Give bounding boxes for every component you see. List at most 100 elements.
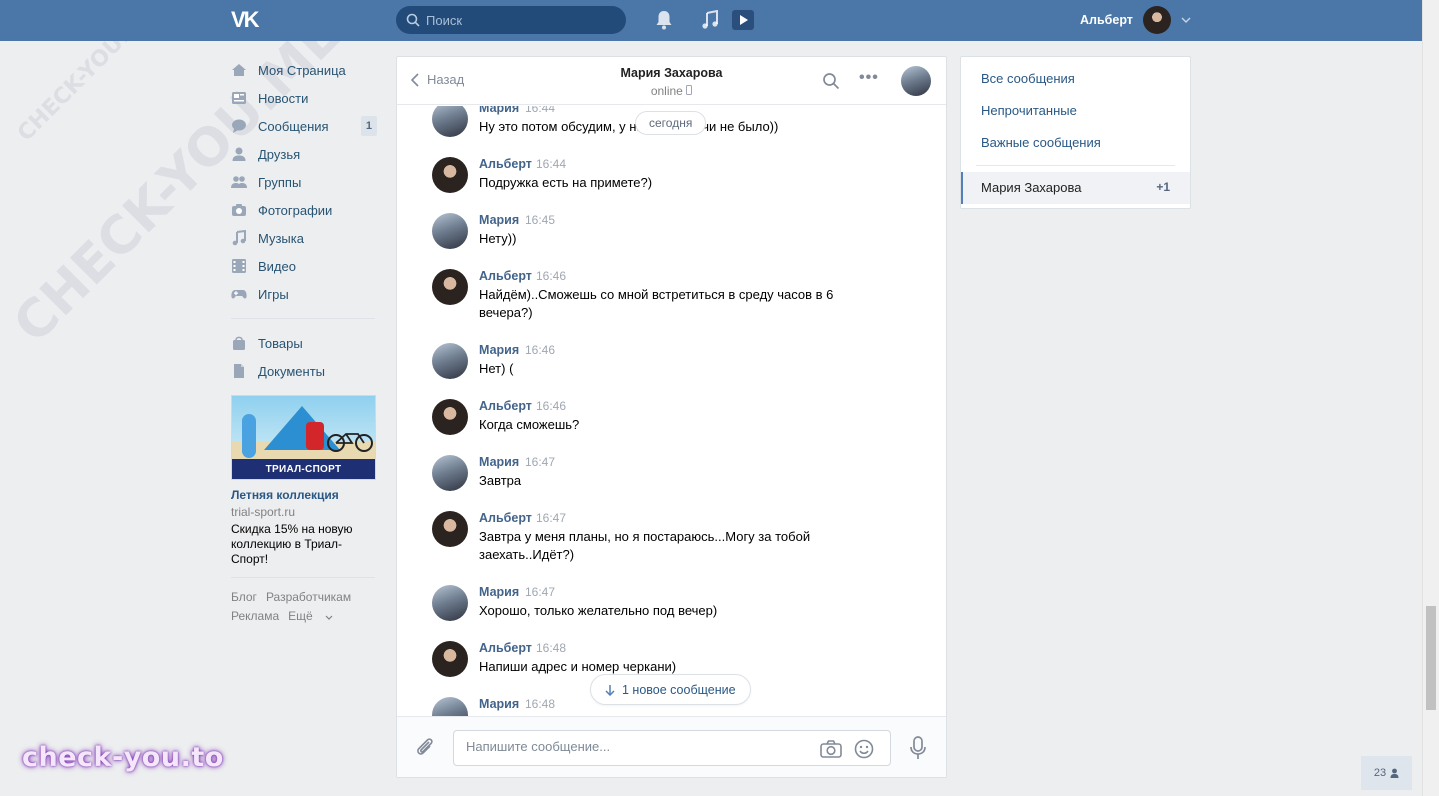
user-name: Альберт: [1080, 13, 1133, 27]
nav-divider: [231, 577, 375, 578]
footer-more-link[interactable]: Ещё: [288, 609, 333, 623]
nav-label: Игры: [258, 286, 289, 302]
games-icon: [231, 286, 247, 302]
music-note-icon[interactable]: [699, 9, 721, 31]
unread-badge: 1: [360, 116, 377, 136]
message-avatar[interactable]: [432, 641, 468, 677]
nav-item-goods[interactable]: Товары: [231, 329, 377, 357]
message-time: 16:46: [536, 269, 567, 283]
message-author[interactable]: Альберт: [479, 269, 532, 283]
video-icon: [231, 258, 247, 274]
contact-avatar[interactable]: [901, 66, 931, 96]
message-avatar[interactable]: [432, 455, 468, 491]
nav-label: Группы: [258, 174, 302, 190]
message-avatar[interactable]: [432, 697, 468, 716]
message-list[interactable]: Мария 16:44 Ну это потом обсудим, у н...…: [397, 106, 946, 716]
chevron-down-icon: [1181, 17, 1191, 23]
nav-divider: [231, 318, 375, 319]
filter-important[interactable]: Важные сообщения: [981, 135, 1101, 150]
arrow-down-icon: [605, 684, 615, 696]
emoji-icon[interactable]: [854, 739, 874, 762]
message-author[interactable]: Альберт: [479, 399, 532, 413]
nav-item-video[interactable]: Видео: [231, 252, 377, 280]
chat-search-icon[interactable]: [822, 72, 840, 93]
nav-item-news[interactable]: Новости: [231, 84, 377, 112]
message-author[interactable]: Мария: [479, 213, 519, 227]
bell-icon[interactable]: [653, 9, 675, 31]
nav-item-photos[interactable]: Фотографии: [231, 196, 377, 224]
message-author[interactable]: Мария: [479, 585, 519, 599]
message-avatar[interactable]: [432, 157, 468, 193]
user-menu[interactable]: Альберт: [1080, 6, 1191, 34]
message-time: 16:45: [525, 213, 556, 227]
filter-all-messages[interactable]: Все сообщения: [981, 71, 1075, 86]
ad-brand-bar: ТРИАЛ-СПОРТ: [232, 459, 375, 479]
message-author[interactable]: Мария: [479, 106, 519, 115]
message-author[interactable]: Альберт: [479, 511, 532, 525]
new-message-button[interactable]: 1 новое сообщение: [590, 674, 751, 705]
online-friends-counter[interactable]: 23: [1361, 756, 1412, 790]
message-avatar[interactable]: [432, 106, 468, 137]
groups-icon: [231, 174, 247, 190]
message-author[interactable]: Мария: [479, 343, 519, 357]
message-author[interactable]: Мария: [479, 455, 519, 469]
message-text: Найдём)..Сможешь со мной встретиться в с…: [479, 287, 834, 320]
left-nav: Моя Страница Новости Сообщения 1 Друзья …: [231, 56, 377, 626]
message-avatar[interactable]: [432, 343, 468, 379]
message-author[interactable]: Альберт: [479, 641, 532, 655]
footer-dev-link[interactable]: Разработчикам: [266, 590, 351, 604]
top-bar: VK Альберт: [0, 0, 1422, 41]
message-input-box[interactable]: [453, 730, 891, 766]
user-avatar: [1142, 6, 1171, 34]
play-icon[interactable]: [731, 9, 755, 31]
nav-label: Сообщения: [258, 118, 329, 134]
message-time: 16:46: [525, 343, 556, 357]
search-input[interactable]: [426, 12, 616, 28]
ad-domain[interactable]: trial-sport.ru: [231, 505, 377, 519]
paperclip-icon[interactable]: [415, 736, 435, 761]
message-avatar[interactable]: [432, 213, 468, 249]
message-avatar[interactable]: [432, 585, 468, 621]
message-time: 16:47: [525, 455, 556, 469]
filter-unread[interactable]: Непрочитанные: [981, 103, 1077, 118]
message-text: Нету)): [479, 231, 517, 246]
ad-title[interactable]: Летняя коллекция: [231, 488, 377, 502]
message-avatar[interactable]: [432, 511, 468, 547]
footer-links: Блог Разработчикам Реклама Ещё: [231, 588, 377, 626]
document-icon: [231, 363, 247, 379]
footer-blog-link[interactable]: Блог: [231, 590, 257, 604]
scrollbar-thumb[interactable]: [1426, 606, 1436, 710]
nav-item-groups[interactable]: Группы: [231, 168, 377, 196]
active-conversation-tab[interactable]: Мария Захарова +1: [961, 172, 1190, 204]
message-time: 16:46: [536, 399, 567, 413]
ad-banner-image[interactable]: ТРИАЛ-СПОРТ: [231, 395, 376, 480]
nav-item-friends[interactable]: Друзья: [231, 140, 377, 168]
nav-item-messages[interactable]: Сообщения 1: [231, 112, 377, 140]
message-time: 16:47: [525, 585, 556, 599]
footer-ads-link[interactable]: Реклама: [231, 609, 279, 623]
message-avatar[interactable]: [432, 399, 468, 435]
message-text: Завтра у меня планы, но я постараюсь...М…: [479, 529, 811, 562]
search-icon: [406, 13, 420, 27]
nav-item-music[interactable]: Музыка: [231, 224, 377, 252]
message-input[interactable]: [466, 739, 806, 754]
message-author[interactable]: Мария: [479, 697, 519, 711]
nav-label: Видео: [258, 258, 296, 274]
vk-logo[interactable]: VK: [231, 9, 265, 31]
chat-panel: Назад Мария Захарова online ••• Мария 16…: [396, 56, 947, 778]
nav-item-my-page[interactable]: Моя Страница: [231, 56, 377, 84]
friends-icon: [231, 146, 247, 162]
nav-item-games[interactable]: Игры: [231, 280, 377, 308]
page-scrollbar[interactable]: [1422, 0, 1439, 796]
camera-icon[interactable]: [820, 739, 842, 762]
more-options-icon[interactable]: •••: [859, 69, 879, 87]
microphone-icon[interactable]: [909, 736, 927, 763]
ad-text: Скидка 15% на новую коллекцию в Триал-Сп…: [231, 522, 353, 566]
nav-item-documents[interactable]: Документы: [231, 357, 377, 385]
message-text: Когда сможешь?: [479, 417, 580, 432]
home-icon: [231, 62, 247, 78]
message-avatar[interactable]: [432, 269, 468, 305]
message-author[interactable]: Альберт: [479, 157, 532, 171]
online-count: 23: [1373, 767, 1387, 779]
search-box[interactable]: [396, 6, 626, 34]
